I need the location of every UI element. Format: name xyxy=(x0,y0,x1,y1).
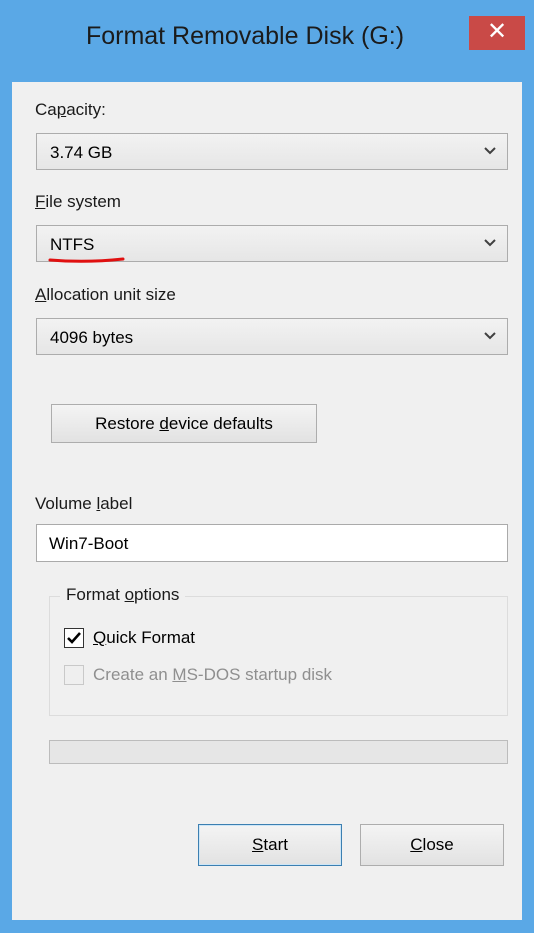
volume-label-value: Win7-Boot xyxy=(49,534,129,553)
format-options-legend-accel: o xyxy=(124,585,135,604)
volume-label-caption: Volume label xyxy=(35,494,132,514)
restore-button-text-b: evice defaults xyxy=(168,414,273,433)
allocation-unit-label-accel: A xyxy=(35,285,47,304)
capacity-select[interactable]: 3.74 GB xyxy=(36,133,508,170)
red-annotation-underline xyxy=(48,257,125,263)
file-system-label-accel: F xyxy=(35,192,46,211)
chevron-down-icon xyxy=(484,239,496,247)
volume-label-caption-text-b: abel xyxy=(100,494,133,513)
close-window-button[interactable]: ✕ xyxy=(469,16,525,50)
allocation-unit-select[interactable]: 4096 bytes xyxy=(36,318,508,355)
window-title: Format Removable Disk (G:) xyxy=(85,22,405,50)
format-progress-bar xyxy=(49,740,508,764)
file-system-label-text-b: ile system xyxy=(45,192,121,211)
msdos-startup-label-accel: M xyxy=(172,665,187,684)
format-options-legend-text-b: ptions xyxy=(134,585,180,604)
start-button-accel: S xyxy=(252,835,264,854)
checkmark-icon xyxy=(67,632,81,644)
allocation-unit-value: 4096 bytes xyxy=(50,328,134,347)
close-button-accel: C xyxy=(410,835,423,854)
capacity-value: 3.74 GB xyxy=(50,143,113,162)
close-button[interactable]: Close xyxy=(360,824,504,866)
file-system-label: File system xyxy=(35,192,121,212)
quick-format-label: Quick Format xyxy=(93,628,195,648)
quick-format-checkbox[interactable] xyxy=(64,628,84,648)
restore-button-accel: d xyxy=(159,414,169,433)
restore-device-defaults-button[interactable]: Restore device defaults xyxy=(51,404,317,443)
close-icon: ✕ xyxy=(486,18,508,45)
format-options-group xyxy=(49,596,508,716)
close-button-text: lose xyxy=(422,835,454,854)
msdos-startup-label-text-b: S-DOS startup disk xyxy=(186,665,333,684)
capacity-label-text-a: Ca xyxy=(35,100,57,119)
start-button[interactable]: Start xyxy=(198,824,342,866)
capacity-label: Capacity: xyxy=(35,100,106,120)
capacity-label-text-b: acity: xyxy=(66,100,106,119)
file-system-value: NTFS xyxy=(50,235,95,254)
allocation-unit-label: Allocation unit size xyxy=(35,285,176,305)
msdos-startup-checkbox[interactable] xyxy=(64,665,84,685)
volume-label-caption-text-a: Volume xyxy=(35,494,97,513)
quick-format-label-text-b: uick Format xyxy=(106,628,196,647)
title-bar[interactable]: Format Removable Disk (G:) ✕ xyxy=(0,0,534,82)
format-options-legend-text-a: Format xyxy=(66,585,125,604)
restore-button-text-a: Restore xyxy=(95,414,160,433)
msdos-startup-label: Create an MS-DOS startup disk xyxy=(93,665,332,685)
capacity-label-accel: p xyxy=(56,100,67,119)
quick-format-label-accel: Q xyxy=(93,628,107,647)
allocation-unit-label-text-b: llocation unit size xyxy=(46,285,176,304)
format-dialog-window: Format Removable Disk (G:) ✕ Capacity: 3… xyxy=(0,0,534,933)
msdos-startup-label-text-a: Create an xyxy=(93,665,173,684)
format-options-legend: Format options xyxy=(60,585,186,605)
volume-label-input[interactable]: Win7-Boot xyxy=(36,524,508,562)
chevron-down-icon xyxy=(484,147,496,155)
start-button-text: tart xyxy=(263,835,288,854)
chevron-down-icon xyxy=(484,332,496,340)
